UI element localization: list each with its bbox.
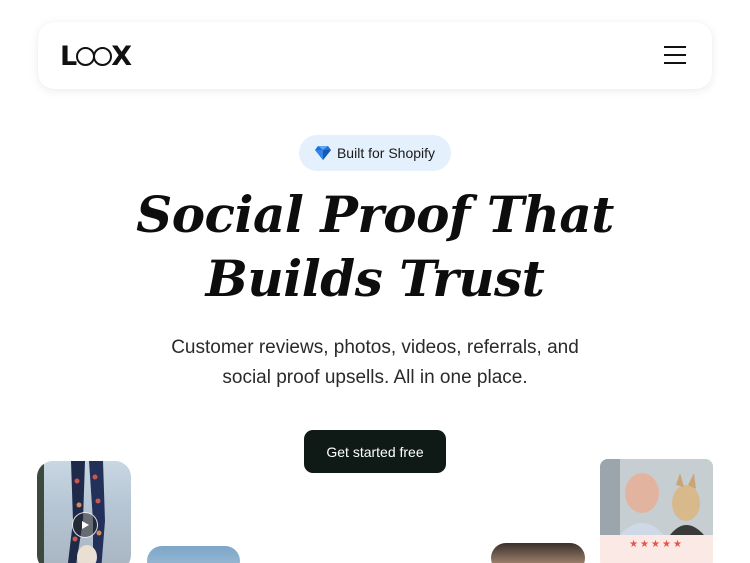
loox-logo[interactable]: LX (60, 41, 132, 72)
built-for-shopify-badge: Built for Shopify (299, 135, 451, 171)
hero-subtext: Customer reviews, photos, videos, referr… (150, 333, 600, 393)
hamburger-menu-icon[interactable] (664, 46, 686, 64)
subtext-line-2: social proof upsells. All in one place. (222, 367, 528, 388)
headline-line-1: Social Proof That (136, 185, 614, 244)
play-icon[interactable] (72, 512, 98, 538)
subtext-line-1: Customer reviews, photos, videos, referr… (171, 337, 579, 358)
hero-headline: Social Proof That Builds Trust (0, 183, 750, 311)
photo-review-card[interactable]: ★★★★★ (600, 459, 713, 563)
review-photo (600, 459, 713, 535)
review-photo-card[interactable] (147, 546, 240, 563)
review-photo-card[interactable] (491, 543, 585, 563)
star-rating: ★★★★★ (629, 539, 684, 550)
top-navbar: LX (38, 22, 712, 89)
get-started-free-button[interactable]: Get started free (304, 430, 446, 473)
diamond-gem-icon (314, 146, 331, 160)
badge-label: Built for Shopify (336, 145, 436, 161)
headline-line-2: Builds Trust (205, 249, 545, 308)
